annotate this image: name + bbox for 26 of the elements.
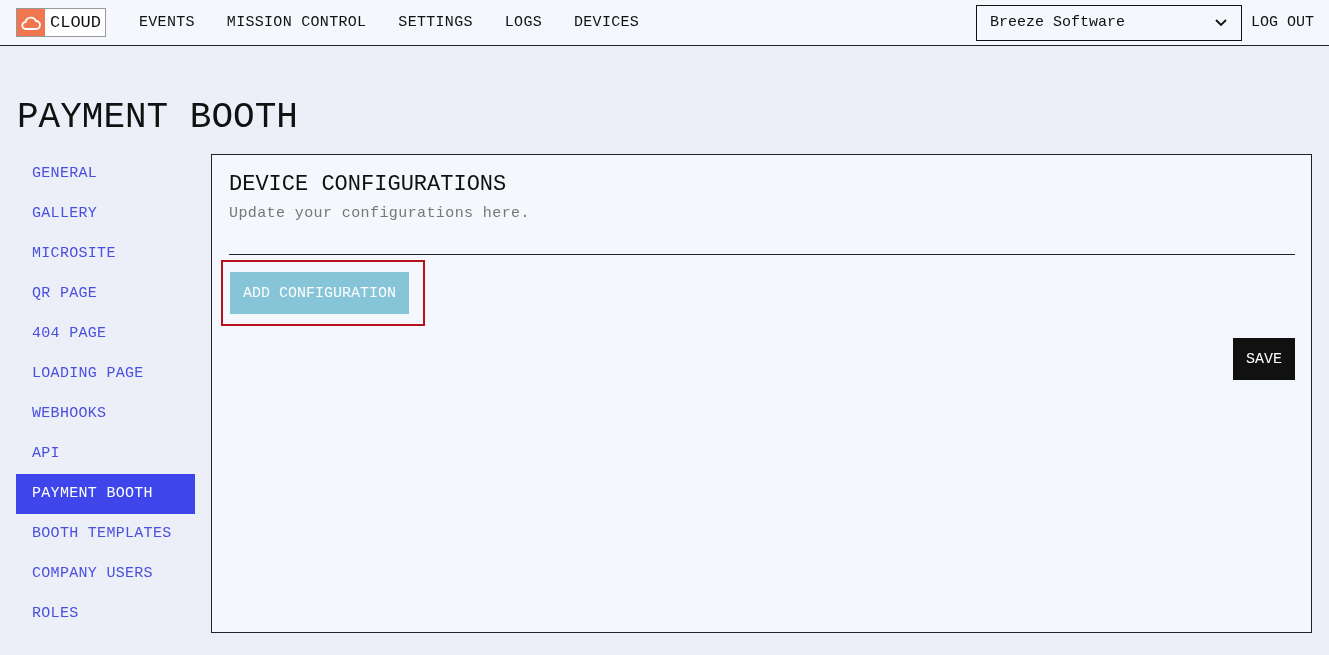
logout-link[interactable]: LOG OUT bbox=[1251, 14, 1314, 31]
nav-link[interactable]: SETTINGS bbox=[398, 14, 473, 31]
nav-link[interactable]: LOGS bbox=[504, 14, 542, 31]
cloud-icon bbox=[21, 14, 41, 31]
sidebar-item[interactable]: PAYMENT BOOTH bbox=[16, 474, 195, 514]
nav-link[interactable]: EVENTS bbox=[139, 14, 195, 31]
sidebar-item[interactable]: MICROSITE bbox=[16, 234, 195, 274]
sidebar-item[interactable]: 404 PAGE bbox=[16, 314, 195, 354]
save-button[interactable]: SAVE bbox=[1233, 338, 1295, 380]
sidebar-item[interactable]: BOOTH TEMPLATES bbox=[16, 514, 195, 554]
sidebar-item[interactable]: WEBHOOKS bbox=[16, 394, 195, 434]
nav-link[interactable]: MISSION CONTROL bbox=[226, 14, 367, 31]
sidebar-item[interactable]: GENERAL bbox=[16, 154, 195, 194]
page-title: PAYMENT BOOTH bbox=[17, 96, 299, 140]
sidebar-item[interactable]: ROLES bbox=[16, 594, 195, 634]
sidebar-item[interactable]: GALLERY bbox=[16, 194, 195, 234]
sidebar-item[interactable]: API bbox=[16, 434, 195, 474]
company-select[interactable]: Breeze Software bbox=[976, 4, 1242, 41]
section-subtitle: Update your configurations here. bbox=[229, 205, 531, 222]
sidebar-item[interactable]: COMPANY USERS bbox=[16, 554, 195, 594]
chevron-down-icon bbox=[1215, 18, 1227, 27]
logo[interactable]: CLOUD bbox=[16, 8, 106, 37]
sidebar-item[interactable]: QR PAGE bbox=[16, 274, 195, 314]
nav-link[interactable]: DEVICES bbox=[574, 14, 640, 31]
section-title: DEVICE CONFIGURATIONS bbox=[229, 171, 508, 199]
sidebar-item[interactable]: LOADING PAGE bbox=[16, 354, 195, 394]
